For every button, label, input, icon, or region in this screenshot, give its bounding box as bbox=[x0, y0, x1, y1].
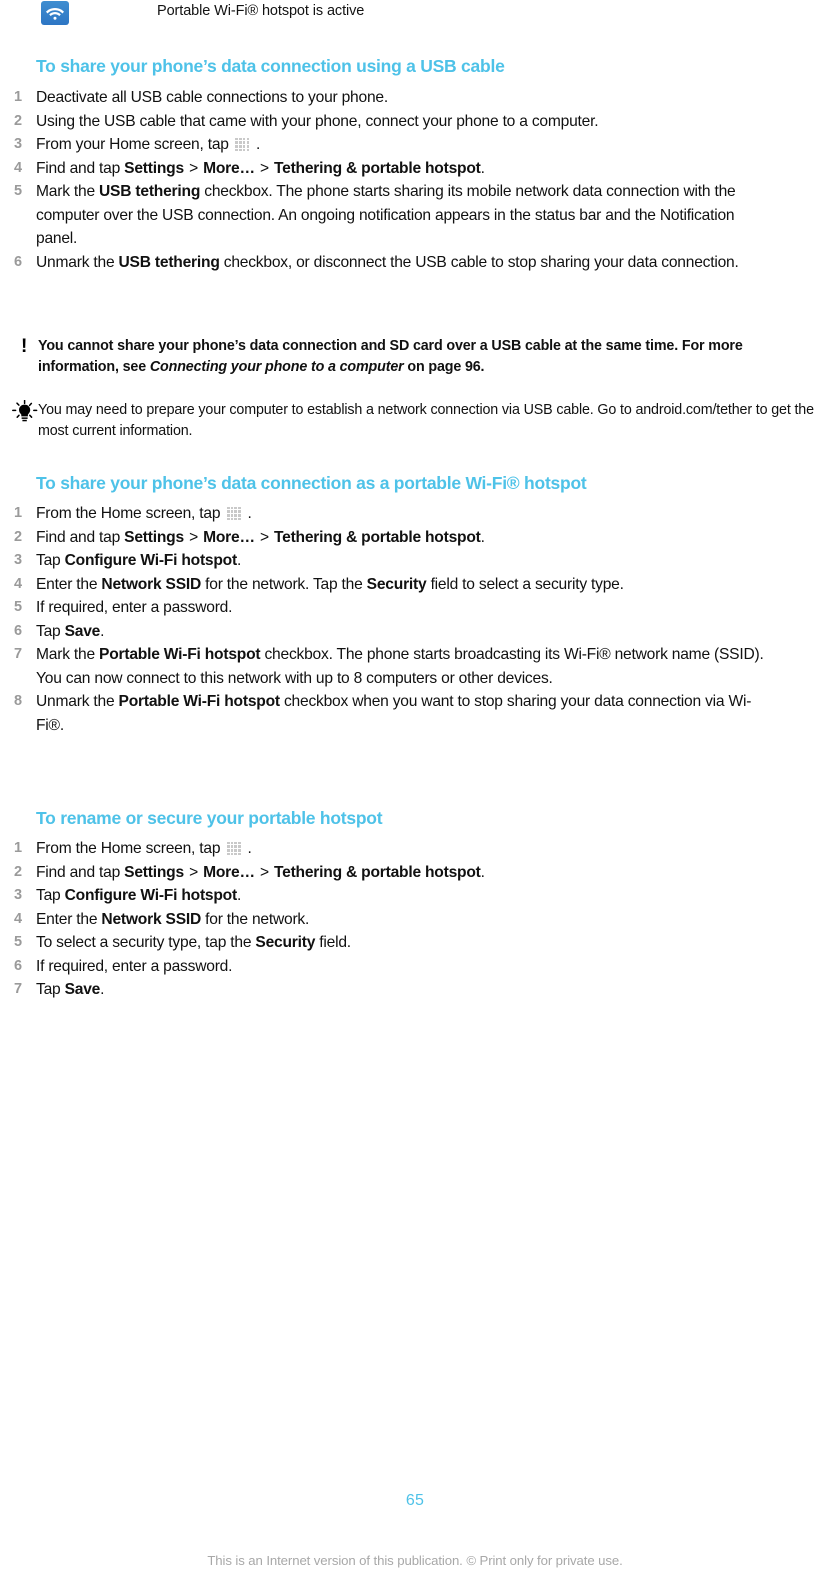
tip-callout-text: You may need to prepare your computer to… bbox=[38, 402, 814, 439]
manual-page: Portable Wi-Fi® hotspot is active To sha… bbox=[0, 0, 830, 1583]
step-number: 5 bbox=[14, 599, 22, 615]
step-item: 4 Find and tap Settings > More… > Tetheri… bbox=[0, 157, 830, 181]
step-number: 5 bbox=[14, 183, 22, 199]
step-item: 4 Enter the Network SSID for the network.… bbox=[0, 573, 830, 597]
apps-grid-icon[interactable] bbox=[226, 841, 241, 856]
steps-list-rename: 1 From the Home screen, tap . 2 Find and ta… bbox=[0, 837, 830, 1002]
step-number: 3 bbox=[14, 887, 22, 903]
step-text: Find and tap Settings > More… > Tetherin… bbox=[36, 863, 485, 881]
step-item: 3 Tap Configure Wi-Fi hotspot. bbox=[0, 549, 830, 573]
step-number: 1 bbox=[14, 505, 22, 521]
steps-list-hotspot: 1 From the Home screen, tap . 2 Find and ta… bbox=[0, 502, 830, 737]
step-text: Find and tap Settings > More… > Tetherin… bbox=[36, 528, 485, 546]
step-item: 5 If required, enter a password. bbox=[0, 596, 830, 620]
page-number: 65 bbox=[405, 1492, 425, 1509]
step-text: Tap Configure Wi-Fi hotspot. bbox=[36, 552, 242, 569]
step-item: 2 Using the USB cable that came with your… bbox=[0, 110, 830, 134]
step-number: 2 bbox=[14, 528, 22, 545]
step-text: Unmark the Portable Wi-Fi hotspot checkb… bbox=[36, 693, 752, 734]
step-item: 7 Tap Save. bbox=[0, 978, 830, 1002]
step-number: 3 bbox=[14, 552, 22, 568]
step-text: Deactivate all USB cable connections to … bbox=[36, 89, 388, 106]
step-item: 1 Deactivate all USB cable connections to… bbox=[0, 86, 830, 110]
step-number: 8 bbox=[14, 693, 22, 709]
apps-grid-icon[interactable] bbox=[235, 137, 250, 152]
step-text: Using the USB cable that came with your … bbox=[36, 112, 599, 130]
step-item: 3 Tap Configure Wi-Fi hotspot. bbox=[0, 884, 830, 908]
step-item: 1 From the Home screen, tap . bbox=[0, 837, 830, 861]
step-text: To select a security type, tap the Secur… bbox=[36, 934, 351, 951]
tip-callout: You may need to prepare your computer to… bbox=[0, 400, 830, 442]
step-number: 4 bbox=[14, 910, 22, 927]
step-item: 2 Find and tap Settings > More… > Tetheri… bbox=[0, 526, 830, 550]
step-text: Tap Configure Wi-Fi hotspot. bbox=[36, 887, 242, 904]
section-heading-usb: To share your phone’s data connection us… bbox=[36, 56, 505, 76]
step-item: 8 Unmark the Portable Wi-Fi hotspot check… bbox=[0, 690, 830, 737]
step-text: Tap Save. bbox=[36, 622, 105, 640]
step-item: 1 From the Home screen, tap . bbox=[0, 502, 830, 526]
step-number: 7 bbox=[14, 646, 22, 662]
step-item: 5 Mark the USB tethering checkbox. The ph… bbox=[0, 180, 830, 251]
lightbulb-icon bbox=[0, 400, 38, 426]
step-text: Unmark the USB tethering checkbox, or di… bbox=[36, 253, 739, 271]
step-text: Enter the Network SSID for the network. bbox=[36, 910, 310, 928]
warning-callout: ! You cannot share your phone’s data con… bbox=[0, 336, 830, 378]
step-number: 2 bbox=[14, 112, 22, 129]
step-number: 4 bbox=[14, 159, 22, 176]
step-item: 6 Tap Save. bbox=[0, 620, 830, 644]
step-text: Enter the Network SSID for the network. … bbox=[36, 575, 624, 593]
step-number: 5 bbox=[14, 934, 22, 950]
footer-note: This is an Internet version of this publ… bbox=[207, 1553, 623, 1568]
step-text: From your Home screen, tap . bbox=[36, 136, 261, 153]
step-item: 4 Enter the Network SSID for the network. bbox=[0, 908, 830, 932]
warning-callout-text: You cannot share your phone’s data conne… bbox=[38, 338, 743, 375]
section-heading-rename: To rename or secure your portable hotspo… bbox=[36, 808, 383, 828]
step-number: 2 bbox=[14, 863, 22, 880]
apps-grid-icon[interactable] bbox=[226, 506, 241, 521]
step-item: 5 To select a security type, tap the Secu… bbox=[0, 931, 830, 955]
steps-list-usb: 1 Deactivate all USB cable connections to… bbox=[0, 86, 830, 274]
step-number: 6 bbox=[14, 957, 22, 974]
step-item: 6 If required, enter a password. bbox=[0, 955, 830, 979]
step-item: 3 From your Home screen, tap . bbox=[0, 133, 830, 157]
section-heading-hotspot: To share your phone’s data connection as… bbox=[36, 473, 587, 493]
step-text: Find and tap Settings > More… > Tetherin… bbox=[36, 159, 485, 177]
step-number: 3 bbox=[14, 136, 22, 152]
notification-label: Portable Wi-Fi® hotspot is active bbox=[157, 3, 365, 19]
step-number: 6 bbox=[14, 253, 22, 270]
step-item: 2 Find and tap Settings > More… > Tetheri… bbox=[0, 861, 830, 885]
step-number: 1 bbox=[14, 840, 22, 856]
step-text: Mark the Portable Wi-Fi hotspot checkbox… bbox=[36, 646, 764, 687]
notification-row: Portable Wi-Fi® hotspot is active bbox=[0, 0, 830, 32]
step-item: 6 Unmark the USB tethering checkbox, or d… bbox=[0, 251, 830, 275]
exclamation-icon: ! bbox=[21, 336, 28, 357]
step-text: From the Home screen, tap . bbox=[36, 505, 252, 522]
step-number: 1 bbox=[14, 89, 22, 105]
step-text: Mark the USB tethering checkbox. The pho… bbox=[36, 183, 736, 247]
step-number: 6 bbox=[14, 622, 22, 639]
step-text: If required, enter a password. bbox=[36, 599, 233, 616]
step-number: 4 bbox=[14, 575, 22, 592]
step-item: 7 Mark the Portable Wi-Fi hotspot checkbo… bbox=[0, 643, 830, 690]
step-number: 7 bbox=[14, 981, 22, 997]
wifi-icon bbox=[41, 1, 69, 25]
step-text: If required, enter a password. bbox=[36, 957, 233, 975]
step-text: From the Home screen, tap . bbox=[36, 840, 252, 857]
step-text: Tap Save. bbox=[36, 981, 105, 998]
